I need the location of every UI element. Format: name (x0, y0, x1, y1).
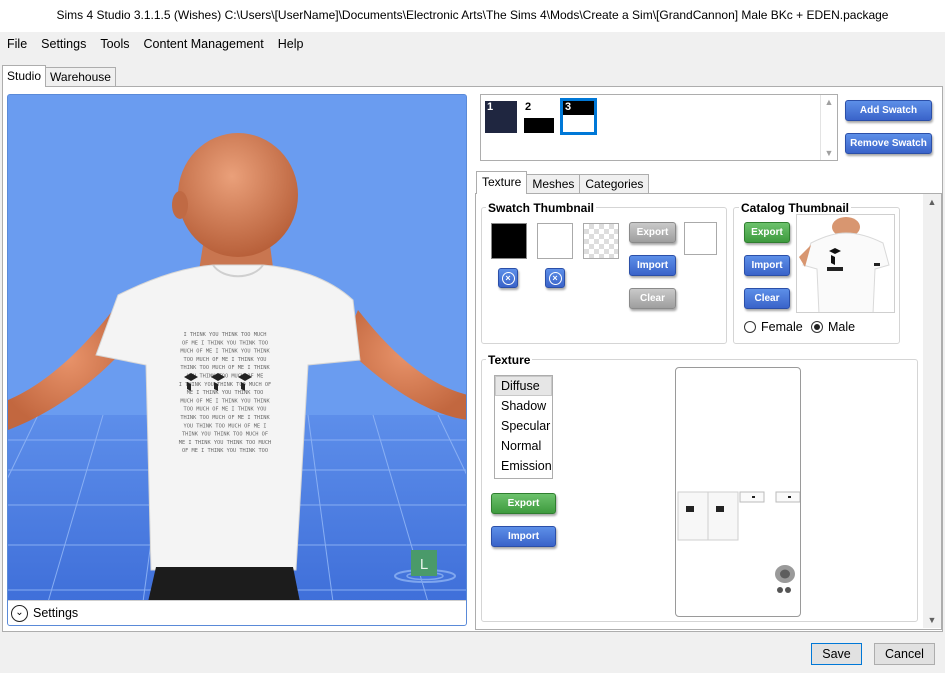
texture-import-button[interactable]: Import (491, 526, 556, 547)
clear-primary-color-button[interactable]: × (498, 268, 518, 288)
shirt-print-text: I THINK YOU THINK TOO MUCH OF ME I THINK … (179, 332, 271, 454)
shirt-print-line: TOO MUCH OF ME I THINK YOU (184, 407, 267, 413)
catalog-thumbnail-title: Catalog Thumbnail (739, 201, 851, 215)
shirt-print-line: I THINK YOU THINK TOO MUCH (184, 332, 267, 338)
gender-male-label: Male (828, 320, 856, 334)
scroll-down-icon[interactable]: ▼ (821, 148, 837, 158)
tab-categories[interactable]: Categories (579, 174, 650, 194)
swatch-import-button[interactable]: Import (629, 255, 676, 276)
chevron-down-icon: ⌄ (11, 604, 28, 622)
panel-scrollbar[interactable]: ▲ ▼ (923, 194, 941, 628)
shirt-print-line: OF ME I THINK YOU THINK TOO (182, 340, 268, 346)
shirt-print-line: THINK TOO MUCH OF ME I THINK (180, 365, 270, 371)
tab-meshes[interactable]: Meshes (526, 174, 581, 194)
swatch-2-number: 2 (525, 101, 532, 113)
swatch-color-secondary[interactable] (537, 223, 573, 259)
swatch-color-transparent[interactable] (583, 223, 619, 259)
shirt-print-line: YOU THINK TOO MUCH OF ME I (184, 423, 267, 429)
viewport-settings-label: Settings (33, 606, 79, 620)
swatch-export-button[interactable]: Export (629, 222, 676, 243)
tab-warehouse[interactable]: Warehouse (45, 67, 116, 87)
channel-specular[interactable]: Specular (495, 416, 552, 436)
catalog-thumbnail-image (796, 214, 895, 313)
clear-secondary-color-button[interactable]: × (545, 268, 565, 288)
shirt-print-line: MUCH OF ME I THINK YOU THINK (180, 398, 270, 404)
shirt-print-line: OF ME I THINK YOU THINK TOO (182, 448, 268, 454)
swatch-clear-button[interactable]: Clear (629, 288, 676, 309)
menu-content-management[interactable]: Content Management (137, 34, 271, 54)
catalog-clear-button[interactable]: Clear (744, 288, 790, 309)
preview-viewport[interactable]: I THINK YOU THINK TOO MUCH OF ME I THINK … (7, 94, 467, 626)
corner-badge-label: L (420, 556, 428, 573)
close-icon: × (501, 271, 515, 285)
sim-head (178, 133, 298, 257)
catalog-export-button[interactable]: Export (744, 222, 790, 243)
gender-female-label: Female (761, 320, 803, 334)
gender-male-radio[interactable]: Male (811, 320, 855, 334)
swatch-thumbnail-title: Swatch Thumbnail (486, 201, 597, 215)
menu-file[interactable]: File (0, 34, 34, 54)
shirt-print-line: ME I THINK YOU THINK TOO MUCH (179, 440, 271, 446)
texture-map-image (677, 491, 800, 593)
shirt-print-line: THINK TOO MUCH OF ME I THINK (180, 415, 270, 421)
menu-help[interactable]: Help (271, 34, 311, 54)
scroll-up-icon[interactable]: ▲ (821, 97, 837, 107)
catalog-import-button[interactable]: Import (744, 255, 790, 276)
menu-bar: File Settings Tools Content Management H… (0, 33, 945, 55)
pants (148, 567, 300, 602)
channel-diffuse[interactable]: Diffuse (495, 376, 552, 396)
swatch-color-primary[interactable] (491, 223, 527, 259)
cancel-button[interactable]: Cancel (874, 643, 935, 665)
add-swatch-button[interactable]: Add Swatch (845, 100, 932, 121)
channel-normal[interactable]: Normal (495, 436, 552, 456)
swatch-3[interactable]: 3 (560, 98, 597, 135)
menu-tools[interactable]: Tools (93, 34, 136, 54)
shirt-print-line: THINK YOU THINK TOO MUCH OF (182, 432, 268, 438)
shirt-print-line: ME I THINK YOU THINK TOO (187, 390, 264, 396)
texture-title: Texture (486, 353, 533, 367)
swatch-3-number: 3 (565, 101, 572, 113)
shirt-print-line: I THINK YOU THINK TOO MUCH OF (179, 382, 271, 388)
scroll-down-icon[interactable]: ▼ (923, 615, 941, 625)
texture-export-button[interactable]: Export (491, 493, 556, 514)
channel-emission[interactable]: Emission (495, 456, 552, 476)
tab-studio[interactable]: Studio (2, 65, 47, 87)
gender-female-radio[interactable]: Female (744, 320, 803, 334)
tshirt-thumbnail-icon (799, 217, 890, 312)
close-icon: × (548, 271, 562, 285)
save-button[interactable]: Save (811, 643, 862, 665)
swatch-1[interactable]: 1 (485, 101, 517, 133)
swatch-1-number: 1 (487, 101, 494, 113)
texture-channel-list: Diffuse Shadow Specular Normal Emission (494, 375, 553, 479)
radio-checked-icon (811, 321, 823, 333)
radio-unchecked-icon (744, 321, 756, 333)
remove-swatch-button[interactable]: Remove Swatch (845, 133, 932, 154)
shirt-print-line: MUCH OF ME I THINK YOU THINK (180, 349, 270, 355)
swatch-2[interactable]: 2 (523, 101, 555, 133)
texture-preview[interactable] (675, 367, 801, 617)
swatch-thumbnail-preview (684, 222, 717, 255)
sim-preview-scene: I THINK YOU THINK TOO MUCH OF ME I THINK … (8, 95, 466, 625)
channel-shadow[interactable]: Shadow (495, 396, 552, 416)
window-title: Sims 4 Studio 3.1.1.5 (Wishes) C:\Users\… (0, 0, 945, 32)
swatch-list-scrollbar[interactable]: ▲ ▼ (820, 95, 837, 160)
shirt-print-line: YOU THINK TOO MUCH OF ME (187, 374, 264, 380)
menu-settings[interactable]: Settings (34, 34, 93, 54)
viewport-settings-toggle[interactable]: ⌄ Settings (8, 600, 466, 625)
shirt-print-line: TOO MUCH OF ME I THINK YOU (184, 357, 267, 363)
scroll-up-icon[interactable]: ▲ (923, 197, 941, 207)
main-tabs: Studio Warehouse (2, 65, 116, 87)
tab-texture[interactable]: Texture (476, 171, 528, 194)
swatch-list: 1 2 3 ▲ ▼ (480, 94, 838, 161)
editor-tabs: Texture Meshes Categories (476, 171, 650, 194)
